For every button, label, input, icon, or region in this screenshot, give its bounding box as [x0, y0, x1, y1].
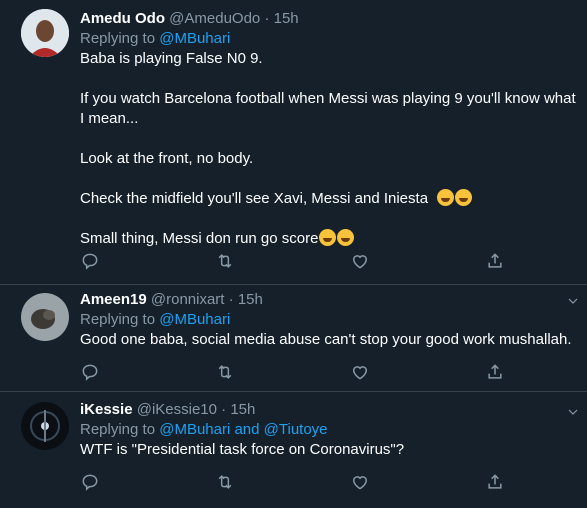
author-handle[interactable]: @AmeduOdo [169, 10, 260, 27]
replying-to: Replying to @MBuhari [80, 310, 577, 330]
tweet-text: WTF is "Presidential task force on Coron… [80, 440, 577, 460]
tweet-line: Good one baba, social media abuse can't … [80, 331, 572, 348]
author-name[interactable]: Amedu Odo [80, 10, 165, 27]
avatar-image [21, 293, 69, 341]
tears-of-joy-emoji-icon [455, 189, 473, 206]
replying-prefix: Replying to [80, 421, 156, 438]
author-name[interactable]: Ameen19 [80, 291, 147, 308]
share-icon[interactable] [485, 362, 505, 382]
tweet-line: Check the midfield you'll see Xavi, Mess… [80, 190, 429, 207]
tweet-actions [80, 472, 520, 494]
author-handle[interactable]: @iKessie10 [137, 401, 217, 418]
reply-icon[interactable] [80, 472, 100, 492]
mention-link[interactable]: @MBuhari [159, 311, 230, 328]
share-icon[interactable] [485, 472, 505, 492]
replying-prefix: Replying to [80, 30, 156, 47]
tweet-actions [80, 362, 520, 384]
tweet-actions [80, 251, 520, 273]
timestamp[interactable]: 15h [274, 10, 299, 27]
tweet[interactable]: Amedu Odo @AmeduOdo · 15h Replying to @M… [0, 0, 587, 285]
tweet-text: Baba is playing False N0 9. If you watch… [80, 49, 577, 249]
tweet-line: Look at the front, no body. [80, 150, 254, 167]
tweet-line: Small thing, Messi don run go score [80, 230, 319, 247]
tweet-line: If you watch Barcelona football when Mes… [80, 90, 576, 127]
mention-link[interactable]: @MBuhari and @Tiutoye [159, 421, 327, 438]
avatar-image [21, 402, 69, 450]
avatar[interactable] [21, 293, 69, 341]
tweet-header: Amedu Odo @AmeduOdo · 15h [80, 9, 577, 29]
tweet[interactable]: Ameen19 @ronnixart · 15h Replying to @MB… [0, 285, 587, 392]
tweet-feed: Amedu Odo @AmeduOdo · 15h Replying to @M… [0, 0, 587, 508]
tweet-line: Baba is playing False N0 9. [80, 50, 263, 67]
author-name[interactable]: iKessie [80, 401, 133, 418]
author-handle[interactable]: @ronnixart [151, 291, 225, 308]
retweet-icon[interactable] [215, 362, 235, 382]
tweet-text: Good one baba, social media abuse can't … [80, 330, 577, 350]
separator: · [228, 291, 234, 308]
timestamp[interactable]: 15h [238, 291, 263, 308]
rofl-emoji-icon [337, 229, 355, 246]
tweet[interactable]: iKessie @iKessie10 · 15h Replying to @MB… [0, 392, 587, 508]
replying-to: Replying to @MBuhari and @Tiutoye [80, 420, 577, 440]
share-icon[interactable] [485, 251, 505, 271]
tweet-header: Ameen19 @ronnixart · 15h [80, 290, 577, 310]
avatar-image [21, 9, 69, 57]
reply-icon[interactable] [80, 362, 100, 382]
tweet-header: iKessie @iKessie10 · 15h [80, 400, 577, 420]
reply-icon[interactable] [80, 251, 100, 271]
like-icon[interactable] [350, 362, 370, 382]
tweet-line-with-emoji: Small thing, Messi don run go score [80, 229, 577, 249]
replying-to: Replying to @MBuhari [80, 29, 577, 49]
like-icon[interactable] [350, 472, 370, 492]
avatar[interactable] [21, 402, 69, 450]
timestamp[interactable]: 15h [230, 401, 255, 418]
tears-of-joy-emoji-icon [437, 189, 455, 206]
like-icon[interactable] [350, 251, 370, 271]
replying-prefix: Replying to [80, 311, 156, 328]
tweet-line-with-emoji: Check the midfield you'll see Xavi, Mess… [80, 189, 577, 209]
separator: · [264, 10, 270, 27]
avatar[interactable] [21, 9, 69, 57]
retweet-icon[interactable] [215, 472, 235, 492]
mention-link[interactable]: @MBuhari [159, 30, 230, 47]
rofl-emoji-icon [319, 229, 337, 246]
retweet-icon[interactable] [215, 251, 235, 271]
tweet-line: WTF is "Presidential task force on Coron… [80, 441, 405, 458]
separator: · [221, 401, 227, 418]
